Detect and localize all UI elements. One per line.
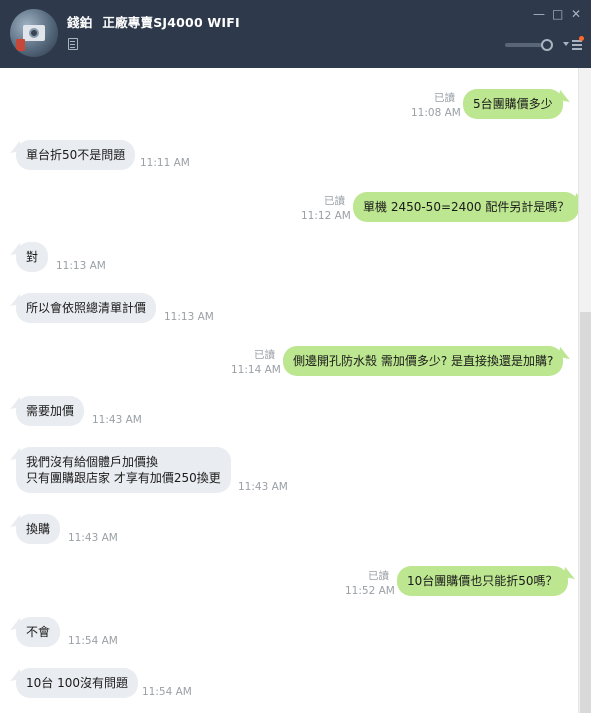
read-receipt: 已讀 [254,349,275,361]
message-bubble-outgoing[interactable]: 10台團購價也只能折50嗎？ [397,566,568,596]
avatar-accent-shape [16,39,25,51]
message-time: 11:13 AM [164,311,214,323]
message-time: 11:43 AM [238,481,288,493]
message-time: 11:14 AM [231,364,281,376]
message-text: 10台團購價也只能折50嗎？ [407,574,558,588]
contact-title: 錢鉑 正廠專賣SJ4000 WIFI [67,12,240,31]
scrollbar-thumb[interactable] [580,312,591,713]
contact-avatar[interactable] [10,9,58,57]
message-text: 不會 [26,625,51,639]
message-bubble-incoming[interactable]: 需要加價 [16,396,85,426]
message-text: 側邊開孔防水殼 需加價多少? 是直接換還是加購? [293,354,554,368]
message-time: 11:54 AM [142,686,192,698]
chat-header: 錢鉑 正廠專賣SJ4000 WIFI — □ ✕ [0,0,591,68]
message-bubble-outgoing[interactable]: 側邊開孔防水殼 需加價多少? 是直接換還是加購? [283,346,564,376]
message-bubble-incoming[interactable]: 10台 100沒有問題 [16,668,138,698]
message-text: 單台折50不是問題 [26,148,126,162]
message-time: 11:43 AM [92,414,142,426]
message-bubble-outgoing[interactable]: 5台團購價多少 [463,89,563,119]
read-receipt: 已讀 [434,92,455,104]
message-bubble-incoming[interactable]: 單台折50不是問題 [16,140,136,170]
message-text: 換購 [26,522,51,536]
message-text: 單機 2450-50=2400 配件另計是嗎？ [363,200,570,214]
message-text-line: 只有團購跟店家 才享有加價250換更 [26,471,221,485]
message-time: 11:52 AM [345,585,395,597]
message-time: 11:11 AM [140,157,190,169]
message-bubble-incoming[interactable]: 換購 [16,514,61,544]
notification-dot [579,36,584,41]
message-text: 對 [26,250,39,264]
message-bubble-outgoing[interactable]: 單機 2450-50=2400 配件另計是嗎？ [353,192,580,222]
message-time: 11:13 AM [56,260,106,272]
message-text: 5台團購價多少 [473,97,553,111]
menu-icon[interactable] [572,40,582,50]
chevron-down-icon[interactable] [563,42,569,46]
message-time: 11:12 AM [301,210,351,222]
message-bubble-incoming[interactable]: 我們沒有給個體戶加價換 只有團購跟店家 才享有加價250換更 [16,447,231,493]
maximize-icon[interactable]: □ [552,8,563,20]
message-bubble-incoming[interactable]: 對 [16,242,49,272]
message-text: 10台 100沒有問題 [26,676,128,690]
message-text: 需要加價 [26,404,75,418]
minimize-icon[interactable]: — [533,8,545,20]
read-receipt: 已讀 [324,195,345,207]
chat-scrollbar[interactable] [578,68,591,713]
read-receipt: 已讀 [368,570,389,582]
contact-status: 正廠專賣SJ4000 WIFI [102,15,240,30]
memo-icon[interactable] [68,38,78,50]
avatar-lens-shape [29,28,39,38]
message-time: 11:54 AM [68,635,118,647]
message-bubble-incoming[interactable]: 不會 [16,617,61,647]
close-icon[interactable]: ✕ [571,8,581,20]
message-bubble-incoming[interactable]: 所以會依照總清單計價 [16,293,157,323]
message-text: 所以會依照總清單計價 [26,301,147,315]
message-time: 11:43 AM [68,532,118,544]
chat-history[interactable]: 已讀 11:08 AM 5台團購價多少 單台折50不是問題 11:11 AM 已… [0,68,580,713]
contact-name: 錢鉑 [67,15,93,30]
volume-slider-thumb[interactable] [541,39,553,51]
message-time: 11:08 AM [411,107,461,119]
message-text-line: 我們沒有給個體戶加價換 [26,455,159,469]
